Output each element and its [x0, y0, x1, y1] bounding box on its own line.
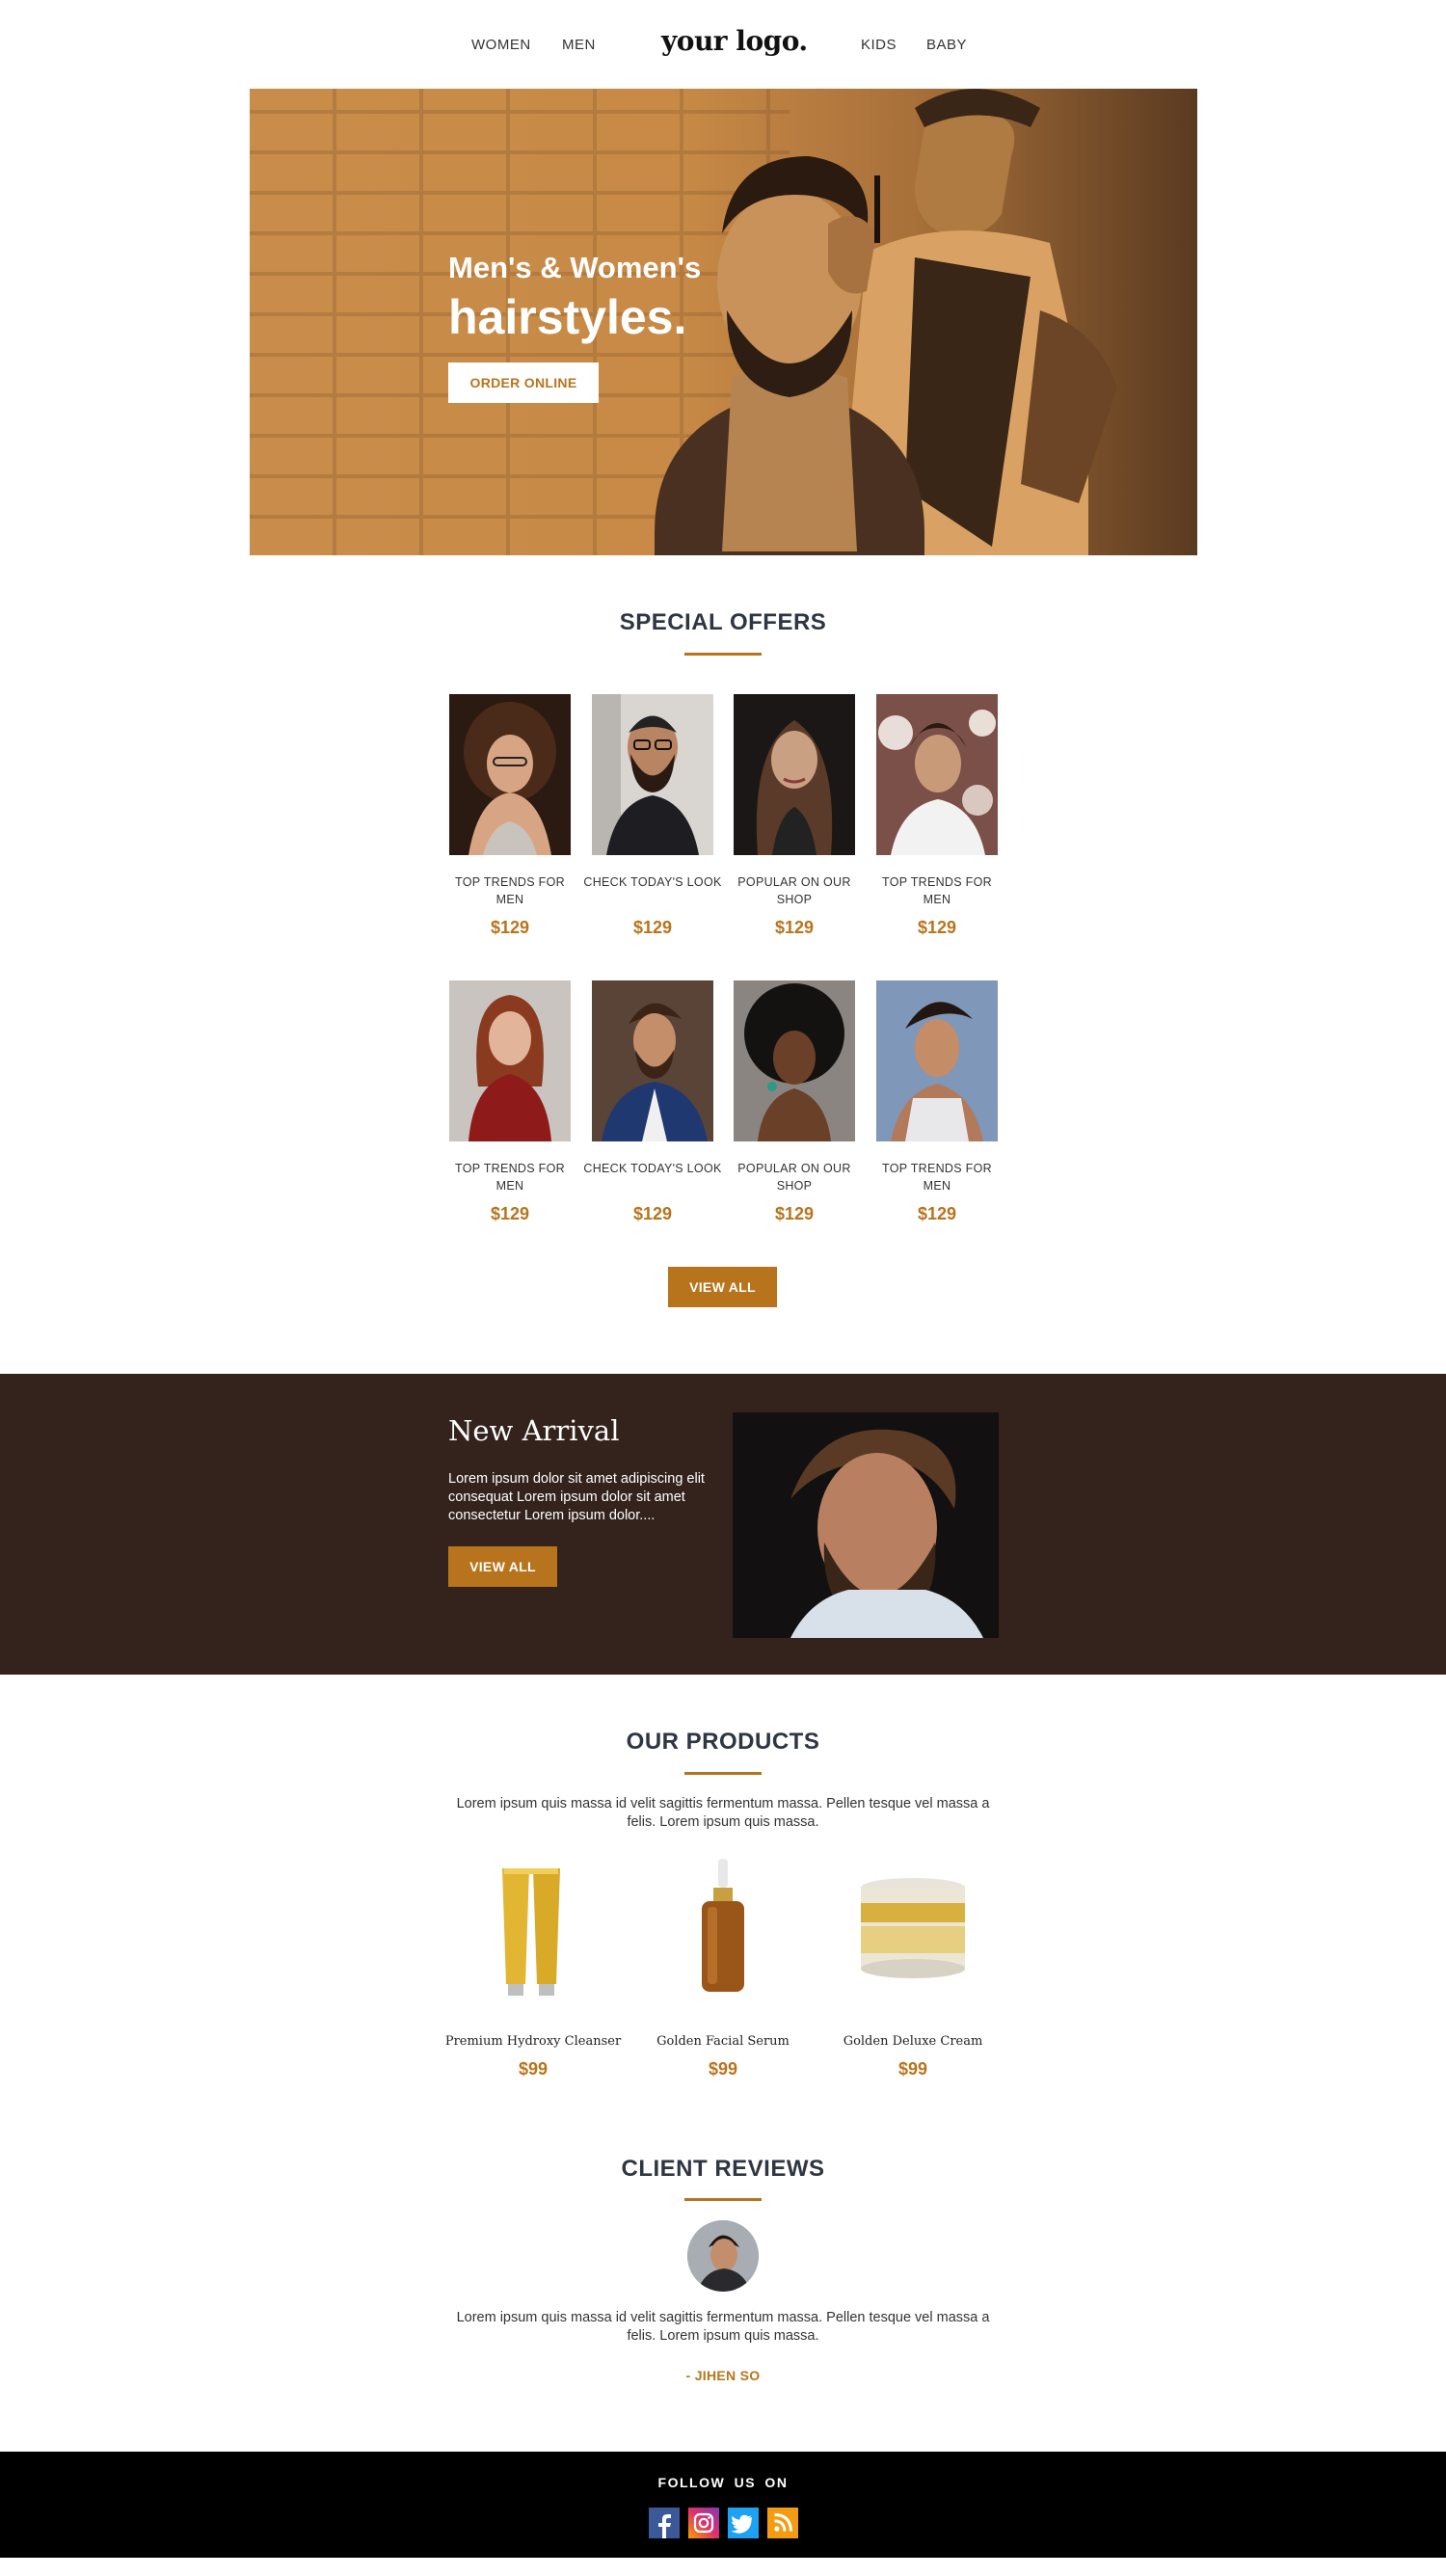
new-arrival-image[interactable] [733, 1412, 999, 1638]
new-arrival-view-all-button[interactable]: VIEW ALL [448, 1546, 557, 1587]
product-name: Golden Deluxe Cream [843, 2034, 983, 2049]
offer-price: $129 [917, 1204, 957, 1223]
review-author: - JIHEN SO [685, 2368, 761, 2383]
offers-view-all-button[interactable]: VIEW ALL [668, 1267, 777, 1307]
footer: FOLLOW US ON [0, 2452, 1446, 2558]
header: WOMEN MEN your logo. KIDS BABY [0, 0, 1446, 89]
reviewer-avatar [687, 2220, 759, 2292]
follow-us-label: FOLLOW US ON [657, 2475, 789, 2490]
offer-image[interactable] [876, 694, 998, 855]
new-arrival-title: New Arrival [448, 1414, 620, 1447]
new-arrival-section: New Arrival Lorem ipsum dolor sit amet a… [0, 1374, 1446, 1675]
hero-subtitle: Men's & Women's [448, 251, 702, 284]
client-reviews-divider [684, 2198, 762, 2201]
our-products-title: OUR PRODUCTS [626, 1729, 820, 1755]
nav-women[interactable]: WOMEN [471, 37, 531, 53]
product-price: $99 [897, 2059, 928, 2079]
offer-label: TOP TRENDS FOR MEN [455, 1162, 565, 1193]
offer-image[interactable] [449, 980, 571, 1141]
offer-image[interactable] [449, 694, 571, 855]
offer-label: POPULAR ON OUR SHOP [737, 875, 851, 906]
offer-price: $129 [917, 918, 957, 937]
logo[interactable]: your logo. [661, 25, 808, 57]
product-name: Golden Facial Serum [656, 2034, 790, 2049]
our-products-text: Lorem ipsum quis massa id velit sagittis… [456, 1796, 990, 1830]
hero-banner: Men's & Women's hairstyles. ORDER ONLINE [250, 89, 1197, 555]
product-image[interactable] [665, 1859, 781, 2013]
offer-price: $129 [490, 1204, 530, 1223]
twitter-icon[interactable] [728, 2508, 759, 2538]
special-offers-title: SPECIAL OFFERS [619, 609, 827, 635]
product-image[interactable] [475, 1859, 591, 2013]
product-price: $99 [518, 2059, 549, 2079]
offer-image[interactable] [592, 980, 713, 1141]
offer-price: $129 [632, 918, 673, 937]
offer-image[interactable] [876, 980, 998, 1141]
instagram-icon[interactable] [688, 2508, 719, 2538]
hero-title: hairstyles. [448, 290, 687, 344]
order-online-button[interactable]: ORDER ONLINE [448, 362, 599, 403]
offer-label: POPULAR ON OUR SHOP [737, 1162, 851, 1193]
offer-image[interactable] [734, 980, 855, 1141]
offer-label: TOP TRENDS FOR MEN [882, 1162, 992, 1193]
client-reviews-title: CLIENT REVIEWS [621, 2156, 825, 2182]
barber-photo [655, 89, 1117, 555]
review-text: Lorem ipsum quis massa id velit sagittis… [456, 2310, 990, 2344]
new-arrival-text: Lorem ipsum dolor sit amet adipiscing el… [448, 1471, 705, 1523]
our-products-divider [684, 1772, 762, 1775]
offer-image[interactable] [734, 694, 855, 855]
offer-label: TOP TRENDS FOR MEN [882, 875, 992, 906]
offer-price: $129 [774, 1204, 815, 1223]
offer-price: $129 [774, 918, 815, 937]
product-image[interactable] [855, 1859, 971, 2013]
offer-label: TOP TRENDS FOR MEN [455, 875, 565, 906]
special-offers-divider [684, 653, 762, 656]
product-name: Premium Hydroxy Cleanser [444, 2034, 622, 2049]
rss-icon[interactable] [767, 2508, 798, 2538]
product-price: $99 [708, 2059, 738, 2079]
nav-kids[interactable]: KIDS [861, 37, 897, 53]
nav-baby[interactable]: BABY [926, 37, 967, 53]
offer-image[interactable] [592, 694, 713, 855]
offer-label: CHECK TODAY'S LOOK [583, 1162, 722, 1175]
offer-label: CHECK TODAY'S LOOK [583, 875, 722, 889]
nav-men[interactable]: MEN [562, 37, 596, 53]
offer-price: $129 [490, 918, 530, 937]
offer-price: $129 [632, 1204, 673, 1223]
facebook-icon[interactable] [649, 2508, 680, 2538]
